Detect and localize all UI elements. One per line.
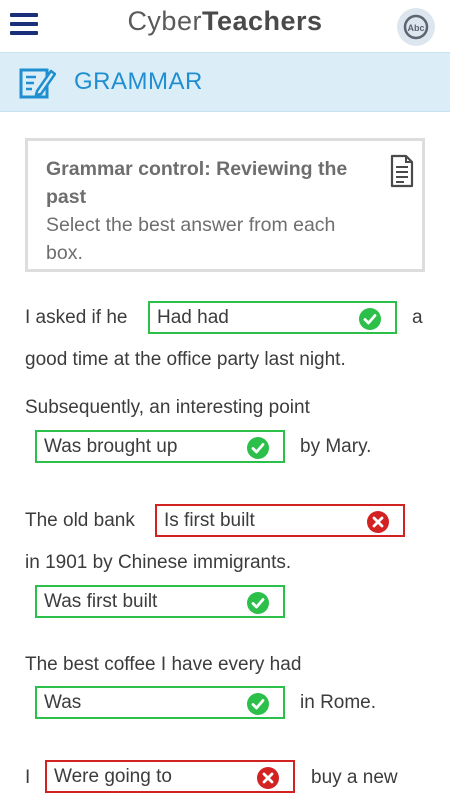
q3-text-after: in 1901 by Chinese immigrants.: [25, 552, 292, 573]
worksheet-icon: [390, 154, 414, 188]
q4-answer-value: Was: [44, 692, 82, 713]
q4-text-before: The best coffee I have every had: [25, 654, 302, 675]
section-banner: GRAMMAR: [0, 52, 450, 112]
cross-icon: [367, 511, 389, 533]
check-icon: [247, 693, 269, 715]
instruction-card: Grammar control: Reviewing the past Sele…: [25, 138, 425, 272]
profile-avatar[interactable]: Abc: [397, 8, 435, 46]
q2-answer-value: Was brought up: [44, 436, 178, 457]
q5-answer-box[interactable]: Were going to: [45, 760, 295, 793]
check-icon: [359, 308, 381, 330]
card-title: Grammar control: Reviewing the past: [46, 158, 348, 208]
q1-answer-value: Had had: [157, 307, 229, 328]
edit-document-icon: [19, 68, 56, 99]
q3-answer-value-wrong: Is first built: [164, 510, 255, 531]
q4-text-after: in Rome.: [300, 692, 377, 713]
q2-text-before: Subsequently, an interesting point: [25, 397, 310, 418]
card-instructions: Select the best answer from each box.: [46, 214, 336, 264]
q4-answer-box[interactable]: Was: [35, 686, 285, 719]
q5-text-before: I: [25, 767, 31, 788]
avatar-text: Abc: [407, 23, 424, 33]
q1-text-continued: good time at the office party last night…: [25, 349, 346, 370]
q2-answer-box[interactable]: Was brought up: [35, 430, 285, 463]
brand-logo-light: Cyber: [127, 6, 202, 36]
top-bar: CyberTeachers Abc: [0, 0, 450, 50]
q5-text-after: buy a new: [311, 767, 398, 788]
check-icon: [247, 437, 269, 459]
q2-text-after: by Mary.: [300, 436, 372, 457]
q1-text-after: a: [412, 307, 423, 328]
brand-logo-bold: Teachers: [201, 6, 323, 36]
q5-answer-value: Were going to: [54, 766, 172, 787]
cross-icon: [257, 767, 279, 789]
q3-text-before: The old bank: [25, 510, 135, 531]
q3-answer-box-wrong[interactable]: Is first built: [155, 504, 405, 537]
section-title: GRAMMAR: [74, 68, 203, 95]
q1-answer-box[interactable]: Had had: [148, 301, 397, 334]
brand-logo: CyberTeachers: [0, 6, 450, 37]
q3-answer-box-correct[interactable]: Was first built: [35, 585, 285, 618]
abc-icon: Abc: [403, 14, 429, 40]
q3-answer-value-correct: Was first built: [44, 591, 158, 612]
check-icon: [247, 592, 269, 614]
q1-text-before: I asked if he: [25, 307, 128, 328]
